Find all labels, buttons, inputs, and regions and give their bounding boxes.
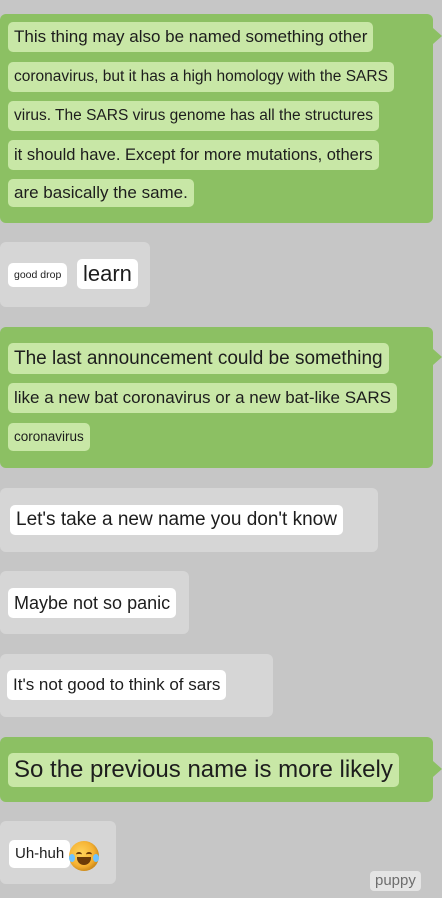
message-bubble-incoming[interactable]: It's not good to think of sars [0, 654, 273, 717]
bubble-tail [433, 761, 442, 777]
watermark-label: puppy [370, 871, 421, 891]
message-bubble-outgoing[interactable]: This thing may also be named something o… [0, 14, 442, 223]
message-bubble-incoming[interactable]: Let's take a new name you don't know [0, 488, 378, 552]
message-line: virus. The SARS virus genome has all the… [8, 101, 379, 131]
message-line: Uh-huh [9, 840, 71, 868]
message-line: This thing may also be named something o… [8, 22, 374, 52]
message-line: The last announcement could be something [8, 343, 389, 374]
message-line: Maybe not so panic [8, 588, 177, 618]
bubble-tail [433, 349, 442, 365]
message-line: like a new bat coronavirus or a new bat-… [8, 383, 398, 413]
message-bubble-incoming[interactable]: good drop learn [0, 242, 150, 307]
message-line: are basically the same. [8, 179, 194, 207]
message-bubble-incoming[interactable]: Maybe not so panic [0, 571, 189, 634]
message-line: learn [77, 259, 138, 289]
message-line: Let's take a new name you don't know [10, 505, 343, 535]
bubble-tail [433, 28, 442, 44]
laughing-crying-emoji-icon [69, 841, 99, 871]
message-bubble-outgoing[interactable]: So the previous name is more likely [0, 737, 442, 802]
message-line: coronavirus, but it has a high homology … [8, 62, 394, 92]
message-line: good drop [8, 263, 68, 287]
message-line: So the previous name is more likely [8, 753, 399, 787]
message-bubble-incoming[interactable]: Uh-huh [0, 821, 116, 884]
message-line: it should have. Except for more mutation… [8, 140, 379, 170]
message-bubble-outgoing[interactable]: The last announcement could be something… [0, 327, 442, 468]
message-line: It's not good to think of sars [7, 670, 227, 700]
message-line: coronavirus [8, 423, 90, 451]
